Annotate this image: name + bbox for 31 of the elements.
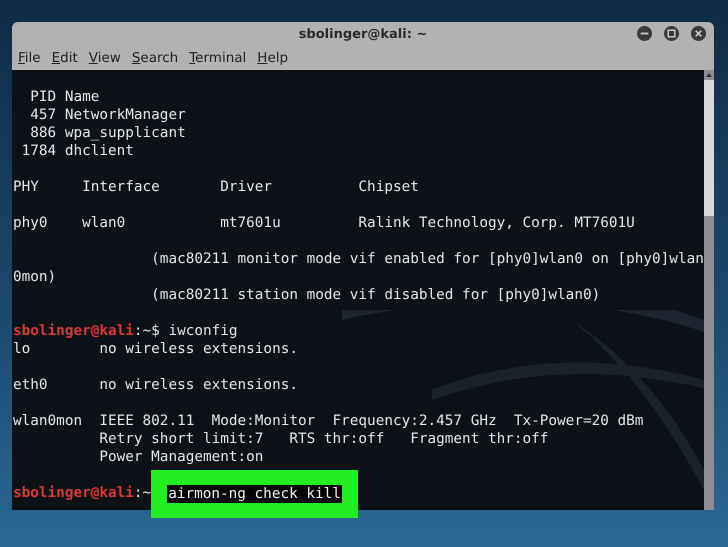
terminal-output: eth0 no wireless extensions. (13, 376, 298, 394)
menu-item[interactable]: View (88, 50, 121, 66)
terminal-output: PHY Interface Driver Chipset (13, 178, 419, 196)
menu-item[interactable]: Help (257, 50, 288, 66)
prompt-path: :~ (134, 484, 152, 502)
terminal-output: Retry short limit:7 RTS thr:off Fragment thr:off (98, 430, 548, 448)
terminal-output: (mac80211 station mode vif disabled for [phy0]wlan0) (150, 286, 600, 304)
terminal-output: phy0 wlan0 mt7601u Ralink Technology, Corp. MT7601U (13, 214, 635, 232)
menu-item[interactable]: Edit (52, 50, 78, 66)
menu-item[interactable]: File (18, 50, 41, 66)
prompt-user: sbolinger@kali (13, 322, 134, 340)
menu-item[interactable]: Search (132, 50, 178, 66)
scrollbar[interactable] (704, 70, 714, 510)
terminal-output: wlan0mon IEEE 802.11 Mode:Monitor Frequency:2.457 GHz Tx-Power=20 dBm (13, 412, 644, 430)
minimize-icon[interactable] (637, 26, 652, 41)
command-text: airmon-ng check kill (167, 485, 342, 503)
terminal-output: 0mon) (13, 268, 56, 286)
terminal-output: 1784 dhclient (20, 142, 134, 160)
command-text: iwconfig (168, 322, 238, 340)
close-icon[interactable] (691, 26, 706, 41)
terminal-output: Power Management:on (98, 448, 264, 466)
window-title: sbolinger@kali: ~ (298, 26, 428, 42)
prompt-path: :~$ (134, 322, 161, 340)
terminal-output: 886 wpa_supplicant (29, 124, 186, 142)
prompt-user: sbolinger@kali (13, 484, 134, 502)
terminal-output: lo no wireless extensions. (13, 340, 298, 358)
menu-item[interactable]: Terminal (189, 50, 246, 66)
maximize-icon[interactable] (664, 26, 679, 41)
terminal-output: PID Name (29, 88, 100, 106)
terminal-output: 457 NetworkManager (29, 106, 186, 124)
terminal-output: (mac80211 monitor mode vif enabled for [phy0]wlan0 on [phy0]wlan (150, 250, 704, 268)
